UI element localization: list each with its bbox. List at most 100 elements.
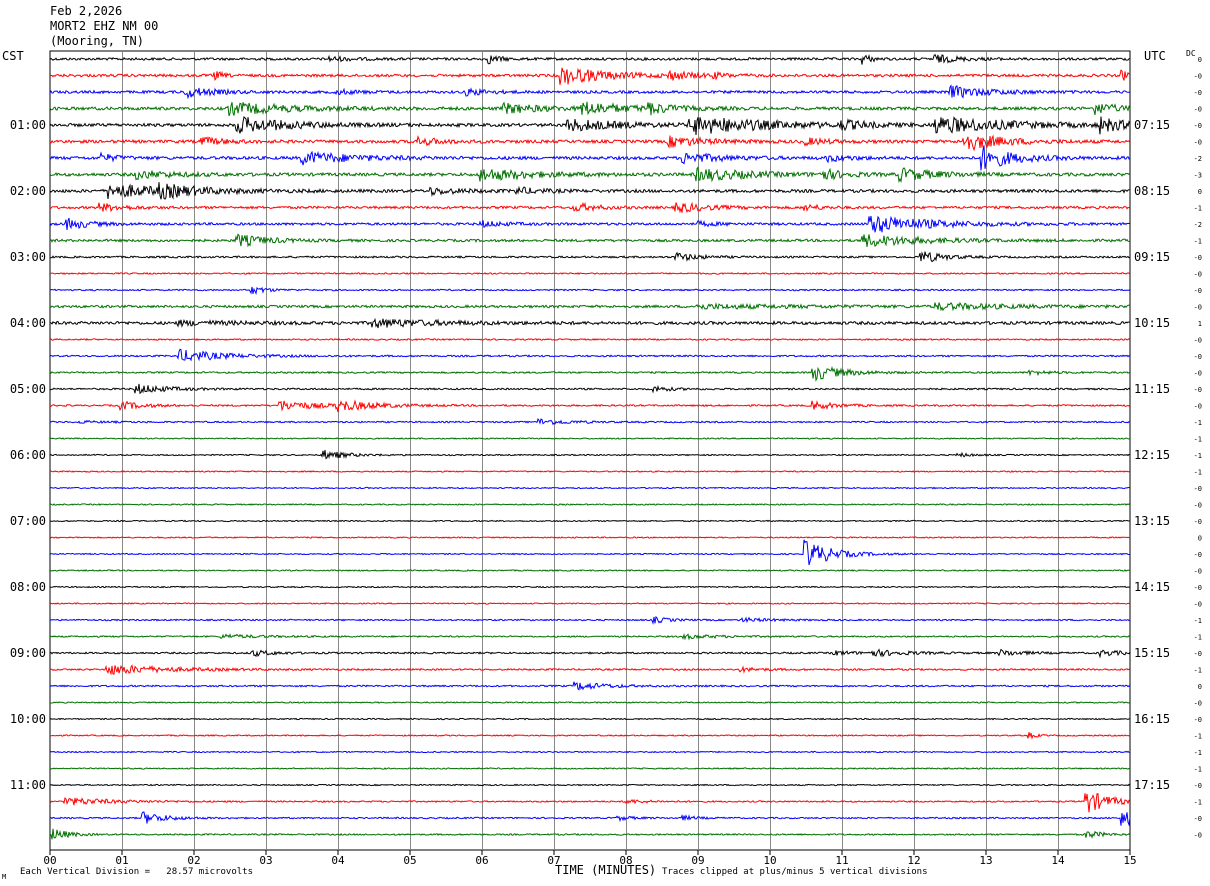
- dc-offset-label: -1: [1194, 667, 1202, 675]
- left-hour-label: 07:00: [10, 514, 46, 528]
- dc-offset-label: -0: [1194, 353, 1202, 361]
- x-tick-label: 00: [43, 854, 56, 867]
- dc-offset-label: -0: [1194, 122, 1202, 130]
- right-hour-label: 07:15: [1134, 118, 1170, 132]
- left-hour-label: 06:00: [10, 448, 46, 462]
- left-hour-label: 04:00: [10, 316, 46, 330]
- seismic-trace: [49, 399, 1131, 413]
- dc-offset-label: -0: [1194, 650, 1202, 658]
- seismic-trace: [49, 828, 1131, 840]
- dc-offset-label: -0: [1194, 485, 1202, 493]
- dc-offset-label: -1: [1194, 436, 1202, 444]
- seismic-trace: [49, 717, 1131, 721]
- seismic-trace: [49, 272, 1131, 275]
- seismic-trace: [49, 301, 1131, 312]
- seismic-trace: [49, 793, 1131, 813]
- dc-offset-label: -0: [1194, 287, 1202, 295]
- dc-offset-label: -0: [1194, 700, 1202, 708]
- left-hour-label: 05:00: [10, 382, 46, 396]
- dc-offset-label: -0: [1194, 304, 1202, 312]
- dc-offset-label: -0: [1194, 832, 1202, 840]
- x-tick-label: 13: [979, 854, 992, 867]
- right-hour-label: 11:15: [1134, 382, 1170, 396]
- x-tick-label: 14: [1051, 854, 1065, 867]
- seismic-trace: [49, 116, 1131, 136]
- seismic-trace: [49, 602, 1131, 605]
- dc-offset-label: -0: [1194, 568, 1202, 576]
- dc-offset-label: -1: [1194, 749, 1202, 757]
- dc-offset-label: 0: [1198, 535, 1202, 543]
- seismic-trace: [49, 233, 1131, 248]
- seismic-trace: [49, 503, 1131, 506]
- seismic-trace: [49, 681, 1131, 691]
- dc-offset-label: -0: [1194, 601, 1202, 609]
- dc-offset-label: -3: [1194, 172, 1202, 180]
- dc-offset-label: -1: [1194, 799, 1202, 807]
- dc-offset-label: -0: [1194, 370, 1202, 378]
- dc-offset-label: -0: [1194, 502, 1202, 510]
- dc-offset-label: 0: [1198, 683, 1202, 691]
- seismic-trace: [49, 539, 1130, 566]
- seismic-trace: [49, 201, 1131, 214]
- right-hour-label: 10:15: [1134, 316, 1170, 330]
- dc-offset-label: 1: [1198, 320, 1202, 328]
- dc-offset-label: -0: [1194, 271, 1202, 279]
- right-hour-label: 08:15: [1134, 184, 1170, 198]
- seismic-trace: [49, 470, 1131, 473]
- seismic-trace: [49, 366, 1131, 382]
- dc-offset-label: -0: [1194, 551, 1202, 559]
- plot-frame: [49, 50, 1131, 851]
- dc-offset-label: 0: [1198, 188, 1202, 196]
- seismic-trace: [50, 519, 1131, 523]
- clip-note: Traces clipped at plus/minus 5 vertical …: [662, 867, 928, 877]
- dc-offset-label: -0: [1194, 403, 1202, 411]
- seismic-trace: [49, 450, 1131, 460]
- left-hour-label: 03:00: [10, 250, 46, 264]
- x-tick-label: 11: [835, 854, 848, 867]
- dc-offset-label: -0: [1194, 815, 1202, 823]
- x-tick-label: 02: [187, 854, 200, 867]
- dc-offset-label: -0: [1194, 716, 1202, 724]
- seismic-trace: [49, 418, 1131, 426]
- seismic-trace: [49, 101, 1131, 117]
- dc-offset-label: -0: [1194, 89, 1202, 97]
- seismic-trace: [49, 732, 1131, 740]
- right-hour-label: 17:15: [1134, 778, 1170, 792]
- dc-offset-label: -0: [1194, 73, 1202, 81]
- dc-offset-label: -0: [1194, 584, 1202, 592]
- seismic-trace: [49, 783, 1131, 787]
- dc-offset-label: -1: [1194, 469, 1202, 477]
- dc-offset-label: -1: [1194, 733, 1202, 741]
- dc-offset-label: -1: [1194, 238, 1202, 246]
- dc-offset-label: -2: [1194, 221, 1202, 229]
- seismic-trace: [49, 767, 1131, 770]
- dc-offset-label: -1: [1194, 205, 1202, 213]
- dc-offset-label: -0: [1194, 386, 1202, 394]
- x-tick-label: 06: [475, 854, 488, 867]
- seismic-trace: [49, 145, 1131, 171]
- scale-note: Each Vertical Division = 28.57 microvolt…: [20, 867, 253, 877]
- x-tick-label: 05: [403, 854, 416, 867]
- dc-offset-label: -1: [1194, 634, 1202, 642]
- left-hour-label: 08:00: [10, 580, 46, 594]
- dc-offset-label: 0: [1198, 56, 1202, 64]
- seismic-trace: [49, 134, 1131, 152]
- dc-offset-label: -0: [1194, 518, 1202, 526]
- left-hour-label: 11:00: [10, 778, 46, 792]
- x-tick-label: 03: [259, 854, 272, 867]
- x-tick-label: 15: [1123, 854, 1136, 867]
- seismic-trace: [49, 215, 1131, 233]
- seismic-trace: [49, 317, 1131, 329]
- seismic-trace: [49, 701, 1131, 704]
- seismic-trace: [49, 648, 1131, 659]
- right-hour-label: 14:15: [1134, 580, 1170, 594]
- left-hour-label: 01:00: [10, 118, 46, 132]
- seismic-trace: [49, 337, 1131, 341]
- seismic-trace: [49, 585, 1131, 589]
- dc-offset-label: -0: [1194, 106, 1202, 114]
- right-hour-label: 12:15: [1134, 448, 1170, 462]
- left-hour-label: 10:00: [10, 712, 46, 726]
- left-hour-label: 09:00: [10, 646, 46, 660]
- x-tick-label: 12: [907, 854, 920, 867]
- seismic-trace: [49, 166, 1131, 184]
